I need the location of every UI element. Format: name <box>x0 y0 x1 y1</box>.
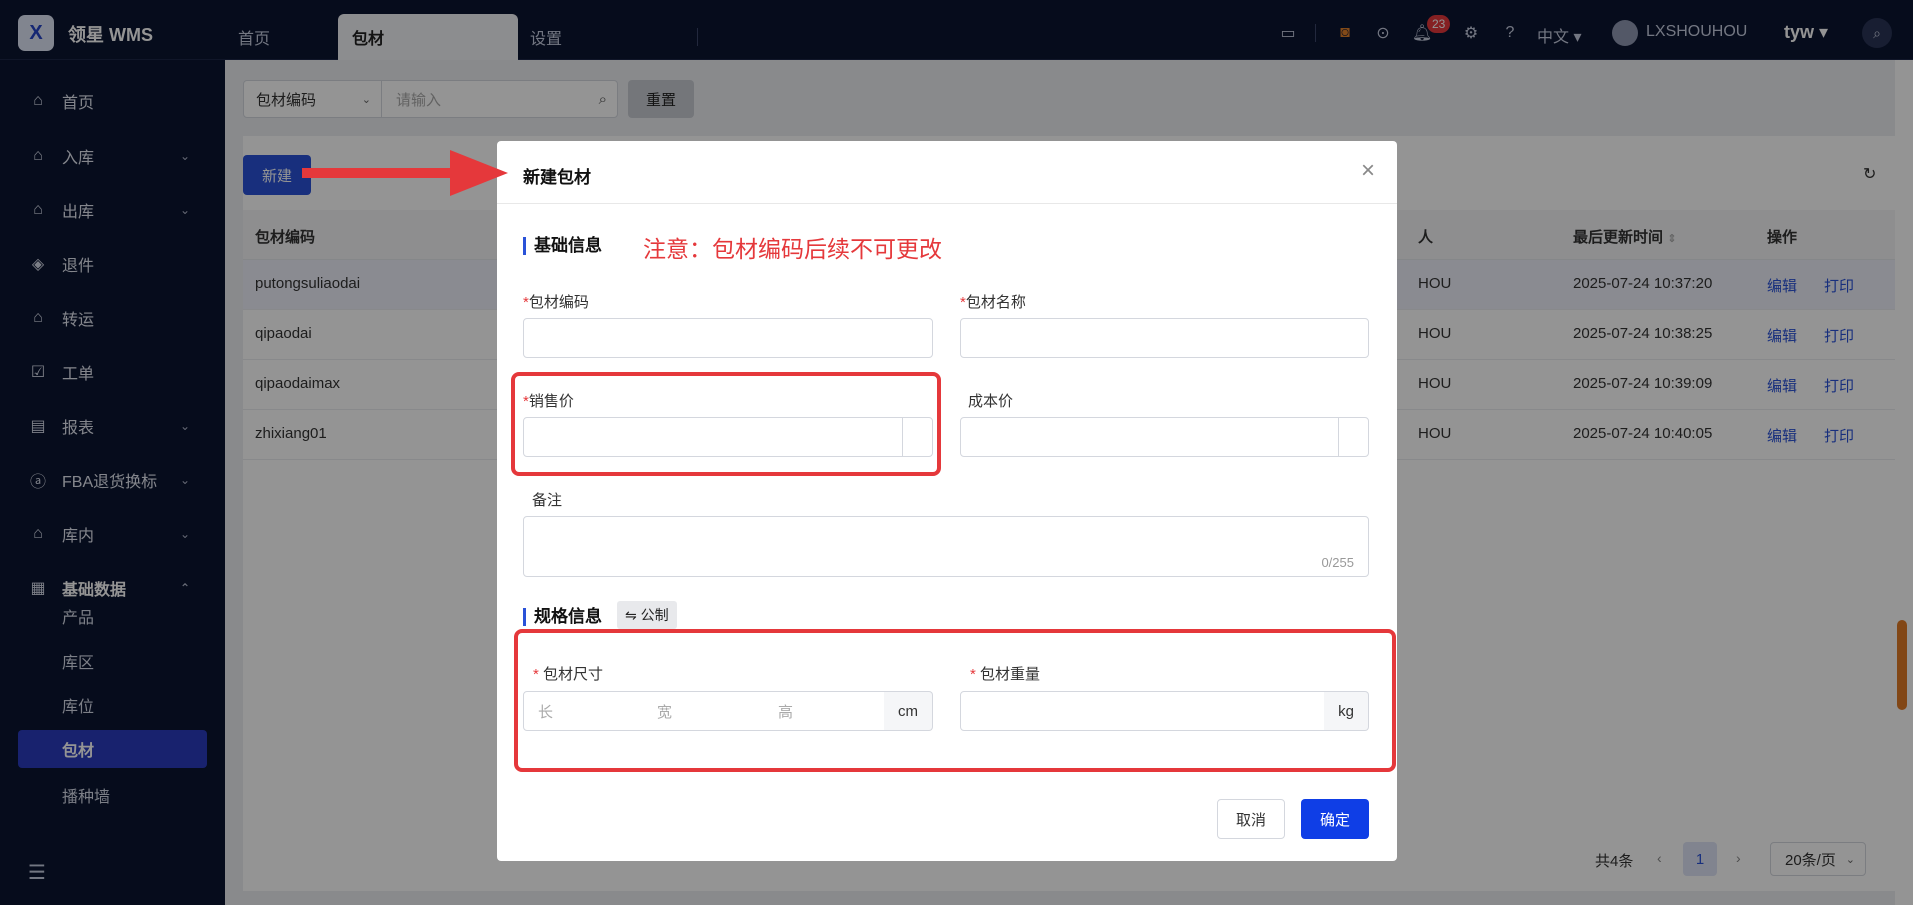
highlight-sale-price <box>511 372 941 476</box>
remark-label: 备注 <box>532 492 563 509</box>
confirm-button[interactable]: 确定 <box>1301 799 1369 839</box>
highlight-spec <box>514 629 1396 772</box>
cost-price-input[interactable] <box>960 417 1369 457</box>
code-input[interactable] <box>523 318 933 358</box>
basic-info-section: 基础信息 <box>523 237 602 255</box>
remark-textarea[interactable]: 0/255 <box>523 516 1369 577</box>
name-label: *包材名称 <box>960 294 1026 311</box>
remark-char-count: 0/255 <box>1321 555 1354 570</box>
cost-price-label: 成本价 <box>968 393 1014 410</box>
close-icon[interactable]: × <box>1361 159 1375 183</box>
code-label: *包材编码 <box>523 294 589 311</box>
dialog-divider <box>497 203 1397 204</box>
annotation-arrow-icon <box>302 150 508 196</box>
dialog-title: 新建包材 <box>523 168 591 187</box>
annotation-note: 注意：包材编码后续不可更改 <box>643 236 942 262</box>
cancel-button[interactable]: 取消 <box>1217 799 1285 839</box>
name-input[interactable] <box>960 318 1369 358</box>
spec-info-section: 规格信息 <box>523 608 602 626</box>
unit-toggle-button[interactable]: ⇋ 公制 <box>617 601 677 629</box>
cost-price-addon <box>1338 418 1368 456</box>
